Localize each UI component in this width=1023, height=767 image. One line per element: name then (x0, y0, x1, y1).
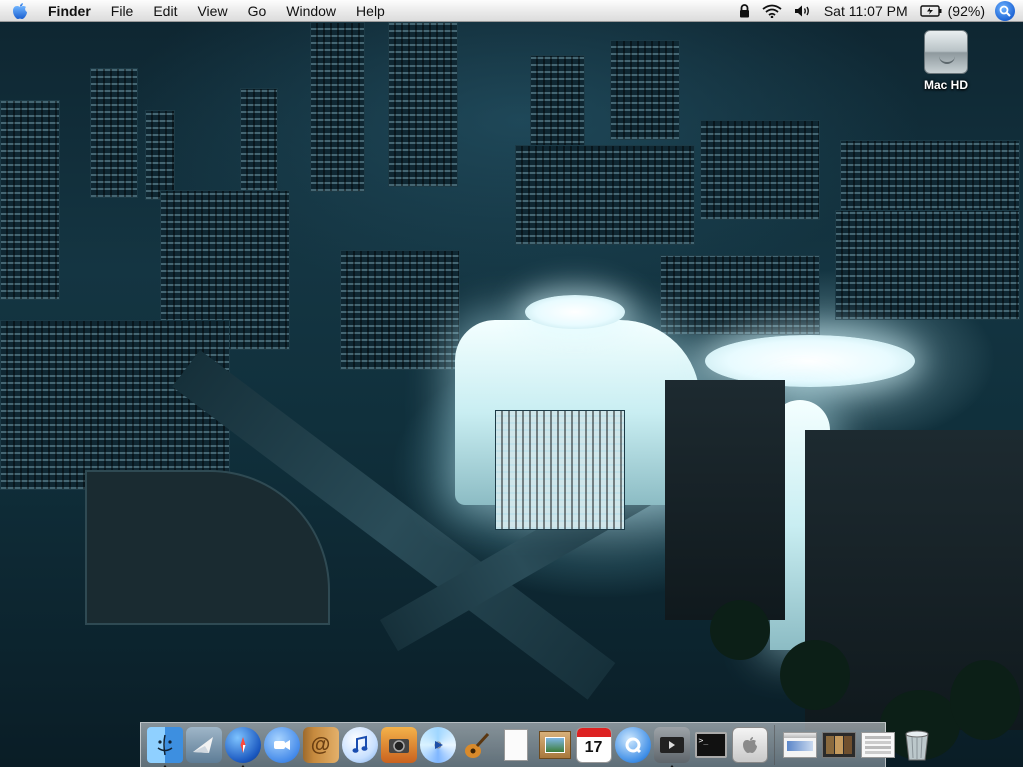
address-book-icon[interactable]: @ (302, 727, 339, 763)
terminal-icon[interactable]: >_ (693, 727, 729, 763)
preview-icon[interactable] (537, 727, 573, 763)
system-profiler-icon[interactable] (731, 727, 768, 763)
ical-icon[interactable]: 17 (575, 727, 612, 763)
menu-view[interactable]: View (187, 0, 237, 22)
menu-window[interactable]: Window (276, 0, 346, 22)
iphoto-icon[interactable] (380, 727, 417, 763)
battery-percent: (92%) (947, 3, 985, 19)
minimized-window-3-icon[interactable] (860, 727, 896, 763)
battery-icon[interactable] (914, 0, 948, 22)
lock-icon[interactable] (733, 0, 756, 22)
ical-date: 17 (584, 739, 603, 756)
desktop-icon-mac-hd[interactable]: Mac HD (912, 30, 980, 92)
dock-separator (774, 725, 775, 765)
textedit-icon[interactable] (498, 727, 534, 763)
safari-icon[interactable] (224, 727, 261, 767)
quicktime-icon[interactable] (614, 727, 651, 763)
garageband-icon[interactable] (459, 727, 495, 763)
ichat-icon[interactable] (263, 727, 300, 763)
menu-help[interactable]: Help (346, 0, 395, 22)
front-row-icon[interactable] (653, 727, 690, 767)
desktop-wallpaper (0, 0, 1023, 767)
itunes-icon[interactable] (341, 727, 378, 763)
wifi-icon[interactable] (756, 0, 788, 22)
menu-edit[interactable]: Edit (143, 0, 187, 22)
finder-icon[interactable] (146, 727, 183, 767)
desktop-icon-label: Mac HD (923, 78, 968, 92)
mail-icon[interactable] (185, 727, 222, 763)
menu-bar: Finder File Edit View Go Window Help Sat… (0, 0, 1023, 22)
minimized-window-2-icon[interactable] (821, 727, 857, 763)
trash-icon[interactable] (899, 727, 935, 763)
menu-file[interactable]: File (101, 0, 144, 22)
minimized-window-1-icon[interactable] (782, 727, 818, 763)
dock: @ 17 >_ (140, 722, 929, 767)
menu-go[interactable]: Go (238, 0, 277, 22)
menu-app-finder[interactable]: Finder (40, 0, 101, 22)
menu-clock[interactable]: Sat 11:07 PM (818, 0, 914, 22)
idvd-icon[interactable] (419, 727, 456, 763)
volume-icon[interactable] (788, 0, 818, 22)
apple-menu-icon[interactable] (0, 0, 40, 22)
hard-drive-icon[interactable] (924, 30, 968, 74)
spotlight-search-icon[interactable] (995, 1, 1015, 21)
